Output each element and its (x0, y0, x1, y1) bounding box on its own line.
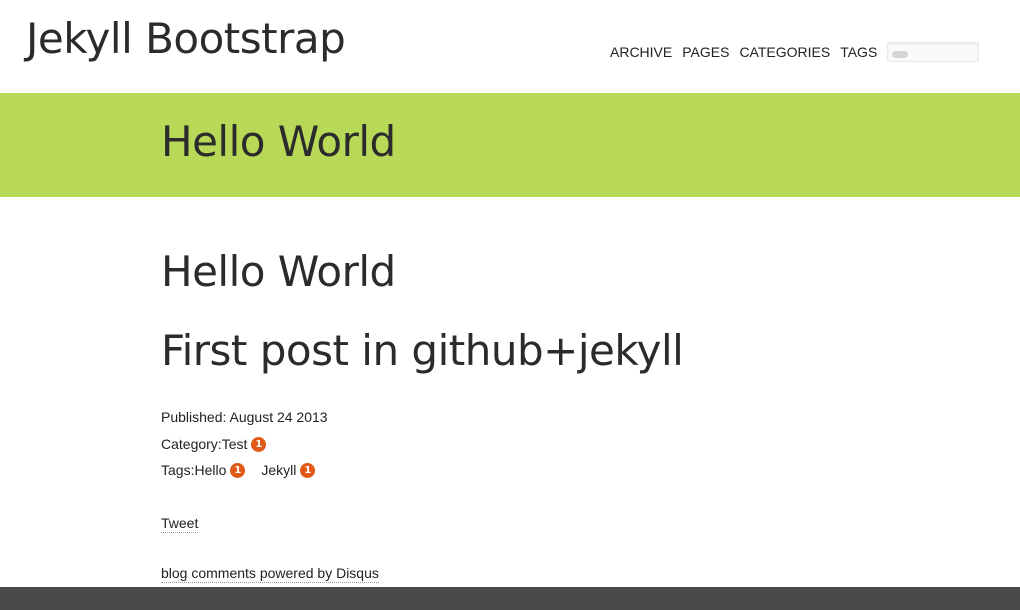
page-banner: Hello World (0, 93, 1020, 197)
tags-label: Tags: (161, 462, 195, 478)
search-toggle-icon (892, 51, 909, 58)
nav-tags[interactable]: TAGS (840, 44, 877, 60)
nav-archive[interactable]: ARCHIVE (610, 44, 672, 60)
tag-count-badge-jekyll: 1 (300, 462, 316, 478)
tweet-button[interactable]: Tweet (161, 515, 199, 533)
published-text: Published: August 24 2013 (161, 409, 328, 425)
nav-categories[interactable]: CATEGORIES (739, 44, 830, 60)
tweet-row: Tweet (161, 515, 199, 533)
category-label: Category: (161, 436, 222, 452)
tag-count-badge-hello: 1 (230, 462, 246, 478)
site-footer (0, 587, 1020, 610)
site-brand-link[interactable]: Jekyll Bootstrap (26, 14, 346, 64)
tag-link-jekyll[interactable]: Jekyll (261, 462, 296, 478)
category-count-badge: 1 (251, 436, 267, 452)
nav-pages[interactable]: PAGES (682, 44, 729, 60)
search-input[interactable] (887, 42, 980, 62)
disqus-link[interactable]: blog comments powered by Disqus (161, 565, 379, 583)
post-subtitle: First post in github+jekyll (161, 326, 684, 375)
tag-link-hello[interactable]: Hello (194, 462, 226, 478)
published-date: Published: August 24 2013 (161, 409, 328, 425)
disqus-row: blog comments powered by Disqus (161, 565, 379, 583)
site-header: Jekyll Bootstrap ARCHIVE PAGES CATEGORIE… (0, 0, 1020, 93)
category-link-test[interactable]: Test (222, 436, 248, 452)
post-category: Category: Test 1 (161, 436, 267, 452)
main-nav: ARCHIVE PAGES CATEGORIES TAGS (610, 42, 980, 62)
banner-title: Hello World (161, 117, 396, 166)
post-content: Hello World First post in github+jekyll … (0, 197, 1020, 587)
post-title: Hello World (161, 247, 396, 296)
post-tags: Tags: Hello 1 Jekyll 1 (161, 462, 316, 478)
